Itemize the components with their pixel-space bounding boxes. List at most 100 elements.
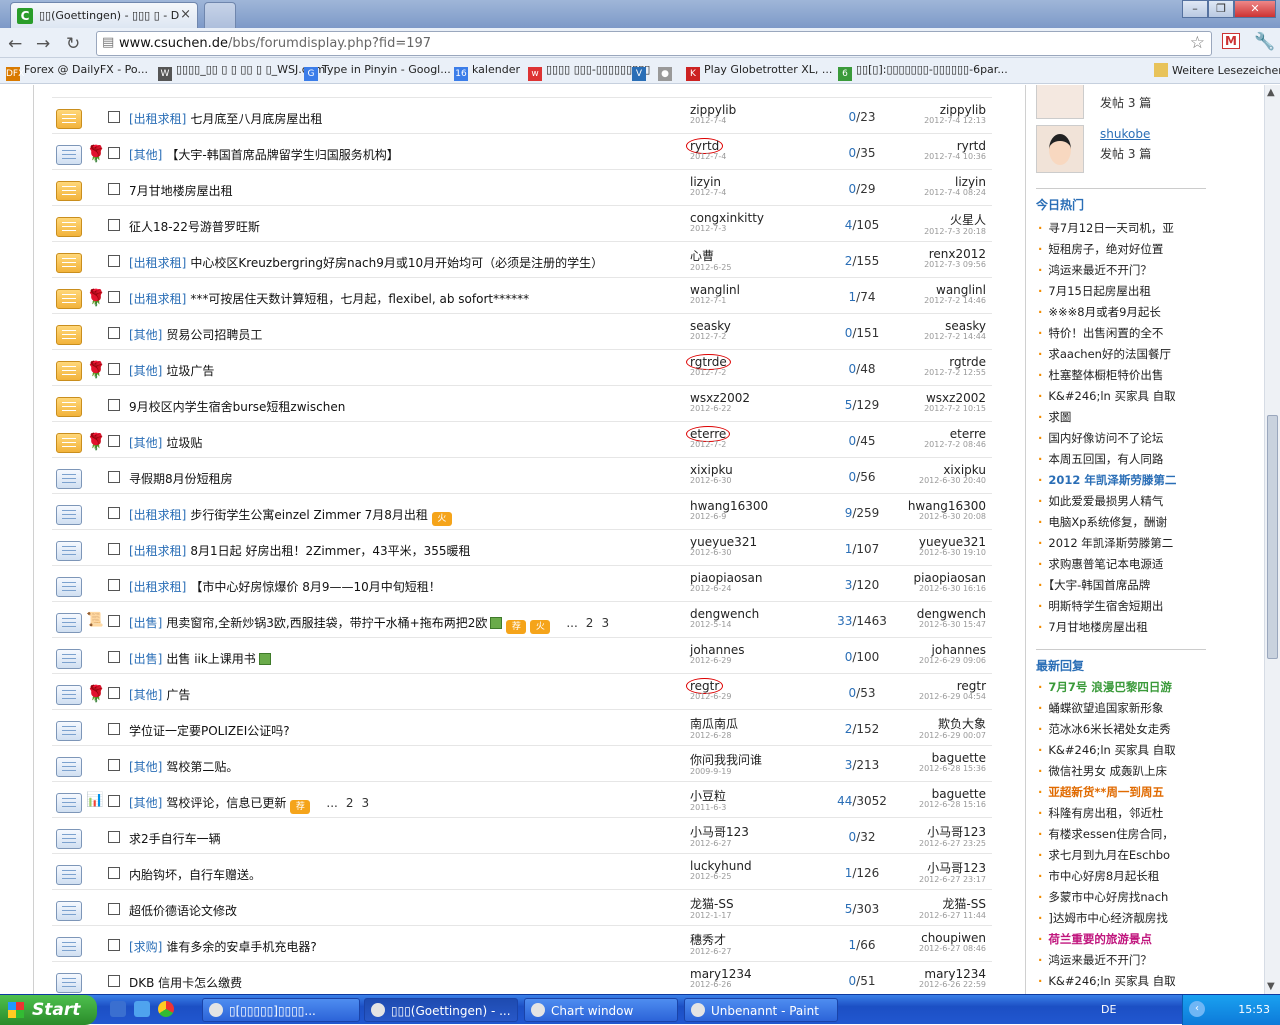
thread-row[interactable]: 🌹 [其他] 【大宇-韩国首席品牌留学生归国服务机构】 ryrtd 2012-7-4 0/… <box>52 134 992 170</box>
thread-author[interactable]: lizyin 2012-7-4 <box>690 175 726 197</box>
thread-title[interactable]: 征人18-22号游普罗旺斯 <box>129 218 679 235</box>
thread-title[interactable]: 9月校区内学生宿舍burse短租zwischen <box>129 398 679 415</box>
thread-title-text[interactable]: 中心校区Kreuzbergring好房nach9月或10月开始均可（必须是注册的… <box>190 256 603 270</box>
tab-close-icon[interactable]: × <box>180 7 191 22</box>
bookmark-item[interactable]: K Play Globetrotter XL, ... <box>686 63 832 81</box>
thread-row[interactable]: 7月甘地楼房屋出租 lizyin 2012-7-4 0/29 lizyin 2012-7-… <box>52 170 992 206</box>
thread-author[interactable]: 小马哥123 2012-6-27 <box>690 823 749 848</box>
thread-title[interactable]: 学位证一定要POLIZEI公证吗? <box>129 722 679 739</box>
last-poster[interactable]: 欺负大象 <box>938 717 986 731</box>
thread-checkbox[interactable] <box>108 435 120 447</box>
last-post[interactable]: wanglinl 2012-7-2 14:46 <box>924 283 986 305</box>
thread-checkbox[interactable] <box>108 399 120 411</box>
thread-row[interactable]: 内胎钩坏，自行车赠送。 luckyhund 2012-6-25 1/126 小马哥123… <box>52 854 992 890</box>
ie-icon[interactable] <box>134 1001 150 1017</box>
thread-row[interactable]: 🌹 [出租求租] ***可按居住天数计算短租，七月起，flexibel, ab so… <box>52 278 992 314</box>
bookmark-item[interactable]: DFXForex @ DailyFX - Po... <box>6 63 148 81</box>
reload-icon[interactable]: ↻ <box>66 34 80 54</box>
last-post[interactable]: 欺负大象 2012-6-29 00:07 <box>919 715 986 740</box>
author-name[interactable]: 小马哥123 <box>690 825 749 839</box>
thread-title[interactable]: [出租求租] ***可按居住天数计算短租，七月起，flexibel, ab sof… <box>129 290 679 307</box>
last-post[interactable]: choupiwen 2012-6-27 08:46 <box>919 931 986 953</box>
last-poster[interactable]: regtr <box>957 679 986 693</box>
thread-title-text[interactable]: 垃圾贴 <box>166 436 202 450</box>
sidebar-link[interactable]: 电脑Xp系统修复，酬谢 <box>1038 514 1204 530</box>
thread-title-text[interactable]: 贸易公司招聘员工 <box>166 328 262 342</box>
last-poster[interactable]: zippylib <box>940 103 986 117</box>
thread-author[interactable]: 南瓜南瓜 2012-6-28 <box>690 715 738 740</box>
vertical-scrollbar[interactable]: ▲ ▼ <box>1264 85 1280 994</box>
taskbar-item[interactable]: Chart window <box>524 998 678 1022</box>
thread-title[interactable]: 求2手自行车一辆 <box>129 830 679 847</box>
author-name[interactable]: luckyhund <box>690 859 752 873</box>
sidebar-link[interactable]: 多蒙市中心好房找nach <box>1038 889 1204 905</box>
thread-row[interactable]: 🌹 [其他] 垃圾广告 rgtrde 2012-7-2 0/48 rgtrde 2012-7-… <box>52 350 992 386</box>
last-post[interactable]: wsxz2002 2012-7-2 10:15 <box>924 391 986 413</box>
last-post[interactable]: ryrtd 2012-7-4 10:36 <box>924 139 986 161</box>
author-name[interactable]: hwang16300 <box>690 499 768 513</box>
thread-row[interactable]: 寻假期8月份短租房 xixipku 2012-6-30 0/56 xixipku 2012… <box>52 458 992 494</box>
thread-checkbox[interactable] <box>108 363 120 375</box>
bookmark-item[interactable]: W ▯▯▯▯_▯▯ ▯ ▯ ▯▯ ▯ ▯_WSJ.com <box>158 63 325 81</box>
thread-title[interactable]: [其他] 广告 <box>129 686 679 703</box>
taskbar-item-active[interactable]: ▯▯▯(Goettingen) - ... <box>364 998 518 1022</box>
thread-title-text[interactable]: DKB 信用卡怎么缴费 <box>129 976 242 990</box>
last-poster[interactable]: wanglinl <box>936 283 986 297</box>
page-link[interactable]: 3 <box>601 616 609 630</box>
last-post[interactable]: renx2012 2012-7-3 09:56 <box>924 247 986 269</box>
sidebar-link[interactable]: 蛹蝶欲望追国家新形象 <box>1038 700 1204 716</box>
thread-author[interactable]: 穗秀才 2012-6-27 <box>690 931 731 956</box>
thread-title[interactable]: DKB 信用卡怎么缴费 <box>129 974 679 991</box>
sidebar-link[interactable]: 国内好像访问不了论坛 <box>1038 430 1204 446</box>
back-arrow-icon[interactable]: ← <box>8 34 22 54</box>
maximize-button[interactable]: ❐ <box>1208 0 1234 18</box>
last-poster[interactable]: ryrtd <box>957 139 986 153</box>
thread-title-text[interactable]: 驾校第二贴。 <box>166 760 238 774</box>
thread-category-link[interactable]: [出租求租] <box>129 508 186 522</box>
thread-checkbox[interactable] <box>108 795 120 807</box>
sidebar-link[interactable]: 7月7号 浪漫巴黎四日游 <box>1038 679 1204 695</box>
last-poster[interactable]: yueyue321 <box>919 535 986 549</box>
thread-title-text[interactable]: 步行街学生公寓einzel Zimmer 7月8月出租 <box>190 508 428 522</box>
thread-checkbox[interactable] <box>108 507 120 519</box>
address-bar[interactable]: ▤ www.csuchen.de/bbs/forumdisplay.php?fi… <box>96 31 1212 56</box>
thread-checkbox[interactable] <box>108 183 120 195</box>
author-name[interactable]: 龙猫-SS <box>690 897 734 911</box>
thread-checkbox[interactable] <box>108 615 120 627</box>
thread-row[interactable]: [其他] 驾校第二贴。 你问我我问谁 2009-9-19 3/213 baguette 20… <box>52 746 992 782</box>
sidebar-link[interactable]: 7月15日起房屋出租 <box>1038 283 1204 299</box>
thread-title[interactable]: [出租求租] 七月底至八月底房屋出租 <box>129 110 679 127</box>
thread-row[interactable]: 超低价德语论文修改 龙猫-SS 2012-1-17 5/303 龙猫-SS 2012-6-… <box>52 890 992 926</box>
thread-author[interactable]: 龙猫-SS 2012-1-17 <box>690 895 734 920</box>
sidebar-link[interactable]: 市中心好房8月起长租 <box>1038 868 1204 884</box>
tray-expand-icon[interactable]: ‹ <box>1189 1001 1205 1017</box>
thread-title-text[interactable]: 【大宇-韩国首席品牌留学生归国服务机构】 <box>166 148 398 162</box>
author-name[interactable]: lizyin <box>690 175 721 189</box>
thread-row[interactable]: [出租求租] 8月1日起 好房出租！2Zimmer，43平米，355暖租 yueyu… <box>52 530 992 566</box>
sidebar-link[interactable]: 鸿运来最近不开门？ <box>1038 262 1204 278</box>
last-poster[interactable]: eterre <box>950 427 986 441</box>
sidebar-link[interactable]: ※※※8月或者9月起长 <box>1038 304 1204 320</box>
thread-category-link[interactable]: [求购] <box>129 940 162 954</box>
last-post[interactable]: 小马哥123 2012-6-27 23:25 <box>919 823 986 848</box>
user-name-link[interactable]: shukobe <box>1100 127 1150 141</box>
thread-category-link[interactable]: [其他] <box>129 760 162 774</box>
thread-category-link[interactable]: [出租求租] <box>129 112 186 126</box>
thread-title-text[interactable]: 超低价德语论文修改 <box>129 904 237 918</box>
thread-checkbox[interactable] <box>108 939 120 951</box>
last-post[interactable]: regtr 2012-6-29 04:54 <box>919 679 986 701</box>
avatar[interactable] <box>1036 85 1084 119</box>
thread-author[interactable]: dengwench 2012-5-14 <box>690 607 759 629</box>
gmail-icon[interactable]: M <box>1222 33 1240 49</box>
thread-checkbox[interactable] <box>108 759 120 771</box>
author-name[interactable]: yueyue321 <box>690 535 757 549</box>
last-poster[interactable]: hwang16300 <box>908 499 986 513</box>
thread-title[interactable]: [出租求租] 步行街学生公寓einzel Zimmer 7月8月出租火 <box>129 506 679 526</box>
author-name[interactable]: zippylib <box>690 103 736 117</box>
thread-author[interactable]: mary1234 2012-6-26 <box>690 967 752 989</box>
bookmark-star-icon[interactable]: ☆ <box>1190 33 1205 53</box>
thread-title[interactable]: [其他] 驾校第二贴。 <box>129 758 679 775</box>
thread-checkbox[interactable] <box>108 579 120 591</box>
thread-row[interactable]: [出租求租] 【市中心好房惊爆价 8月9——10月中旬短租！ piaopiaosan… <box>52 566 992 602</box>
sidebar-link[interactable]: 荷兰重要的旅游景点 <box>1038 931 1204 947</box>
